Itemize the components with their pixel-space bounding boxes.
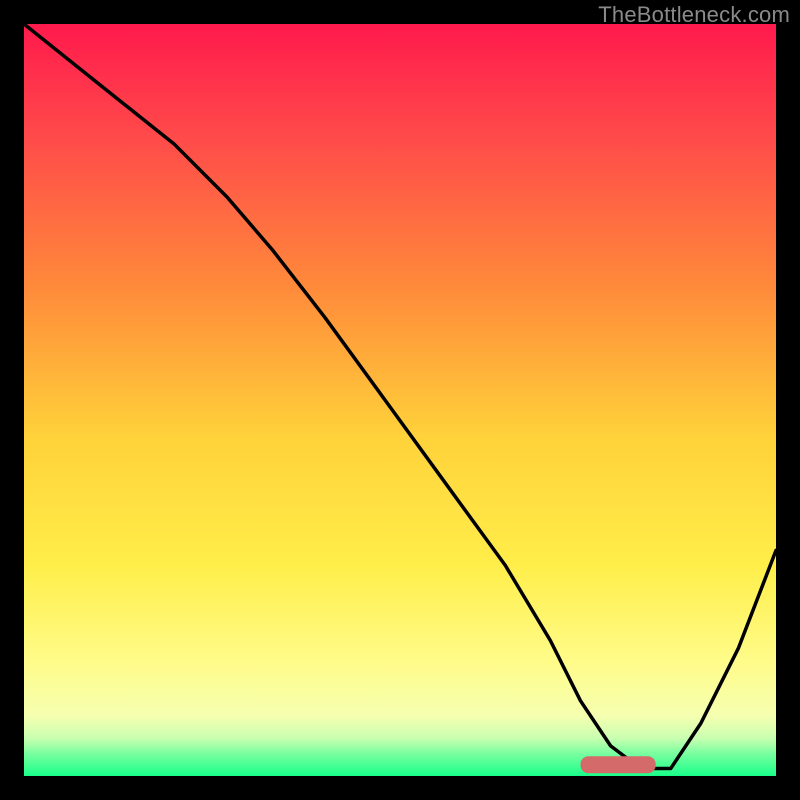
watermark-text: TheBottleneck.com xyxy=(598,2,790,28)
plot-area xyxy=(24,24,776,776)
optimal-range-marker xyxy=(581,756,656,773)
chart-svg xyxy=(24,24,776,776)
chart-frame: TheBottleneck.com xyxy=(0,0,800,800)
gradient-background xyxy=(24,24,776,776)
